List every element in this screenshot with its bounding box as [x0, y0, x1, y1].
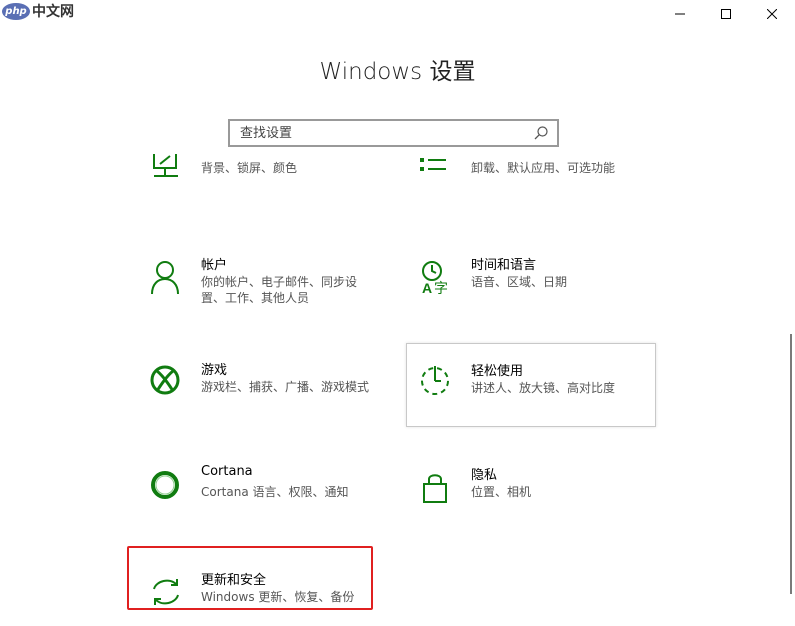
tile-name: Cortana	[201, 464, 253, 479]
tile-name: 游戏	[201, 363, 228, 378]
settings-grid: 背景、锁屏、颜色 卸载、默认应用、可选功能 帐户 你的帐户、电子邮件、同步设置、…	[0, 148, 795, 626]
search-input[interactable]	[238, 124, 533, 142]
search-icon[interactable]	[533, 125, 549, 141]
tile-desc: 语音、区域、日期	[471, 275, 568, 289]
tile-ease-of-access[interactable]: 轻松使用 讲述人、放大镜、高对比度	[406, 343, 656, 427]
xbox-icon	[150, 365, 180, 395]
tile-apps[interactable]: 卸载、默认应用、可选功能	[398, 148, 648, 224]
highlight-box	[127, 546, 373, 610]
tile-personalization[interactable]: 背景、锁屏、颜色	[128, 148, 378, 224]
minimize-icon	[675, 13, 685, 15]
tile-privacy[interactable]: 隐私 位置、相机	[398, 456, 648, 540]
tile-name: 轻松使用	[471, 364, 524, 379]
maximize-icon	[721, 9, 731, 19]
close-icon	[767, 9, 777, 19]
tile-desc: 游戏栏、捕获、广播、游戏模式	[201, 380, 370, 394]
tile-name: 帐户	[201, 258, 228, 273]
tile-time-language[interactable]: A 字 时间和语言 语音、区域、日期	[398, 246, 648, 330]
tile-desc: 背景、锁屏、颜色	[201, 161, 298, 175]
page-title: Windows 设置	[319, 59, 476, 85]
personalization-icon	[153, 154, 178, 177]
watermark-badge: php	[2, 2, 30, 20]
svg-text:字: 字	[434, 281, 448, 294]
tile-name: 时间和语言	[471, 258, 537, 273]
time-language-icon: A 字	[422, 261, 448, 294]
person-icon	[151, 261, 179, 294]
scrollbar[interactable]	[790, 334, 792, 594]
maximize-button[interactable]	[703, 0, 749, 28]
lock-icon	[423, 474, 447, 503]
tile-desc: 卸载、默认应用、可选功能	[471, 161, 616, 175]
tile-desc: 位置、相机	[471, 485, 532, 499]
search-box[interactable]	[228, 119, 559, 147]
ease-of-access-icon	[421, 366, 449, 395]
close-button[interactable]	[749, 0, 795, 28]
tile-accounts[interactable]: 帐户 你的帐户、电子邮件、同步设置、工作、其他人员	[128, 246, 378, 330]
watermark-logo: php 中文网	[2, 1, 74, 21]
cortana-icon	[151, 471, 179, 499]
tile-name: 隐私	[471, 468, 498, 483]
minimize-button[interactable]	[657, 0, 703, 28]
svg-text:A: A	[422, 280, 432, 294]
tile-cortana[interactable]: Cortana Cortana 语言、权限、通知	[128, 456, 378, 540]
tile-desc: 你的帐户、电子邮件、同步设置、工作、其他人员	[201, 275, 358, 305]
watermark-text: 中文网	[32, 4, 74, 20]
apps-icon	[420, 158, 446, 171]
tile-gaming[interactable]: 游戏 游戏栏、捕获、广播、游戏模式	[128, 351, 378, 435]
window-controls	[657, 0, 795, 28]
tile-desc: 讲述人、放大镜、高对比度	[471, 381, 616, 395]
tile-desc: Cortana 语言、权限、通知	[201, 485, 349, 499]
